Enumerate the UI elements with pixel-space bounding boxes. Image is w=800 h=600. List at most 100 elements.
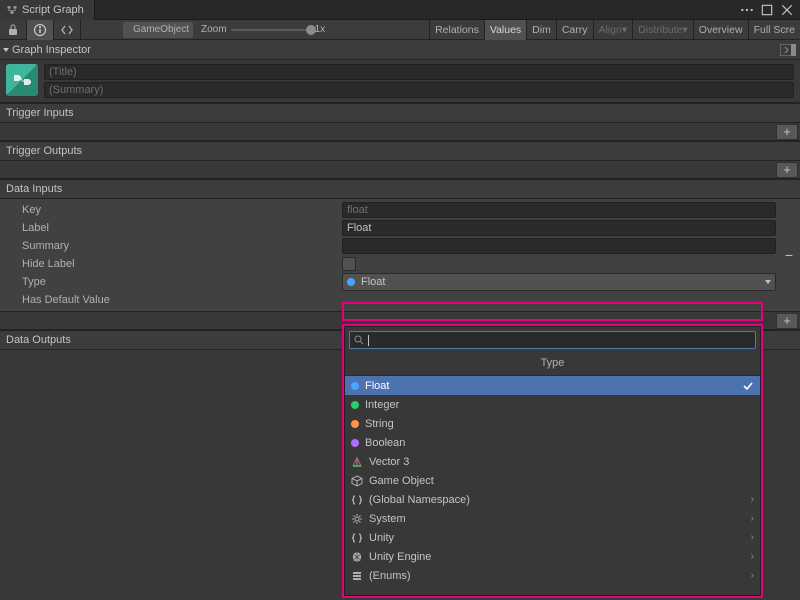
- type-option[interactable]: (Enums) ›: [345, 566, 760, 585]
- window-tab[interactable]: Script Graph: [0, 0, 95, 20]
- section-trigger-outputs[interactable]: Trigger Outputs: [0, 141, 800, 161]
- zoom-control: Zoom 1x: [195, 24, 331, 35]
- type-ns-icon: [351, 532, 363, 544]
- game-object-label: GameObject: [133, 24, 189, 35]
- type-option[interactable]: Boolean: [345, 433, 760, 452]
- type-option[interactable]: Float: [345, 376, 760, 395]
- graph-node-icon: [6, 64, 38, 96]
- graph-title-input[interactable]: (Title): [44, 64, 794, 80]
- info-icon: [33, 23, 47, 37]
- type-option-label: Unity Engine: [369, 551, 431, 563]
- type-picker-popup: Type Float Integer String Boolean Vector 3 Ga…: [344, 326, 761, 596]
- script-graph-icon: [6, 4, 18, 16]
- graph-summary: (Title) (Summary): [0, 60, 800, 103]
- type-option[interactable]: String: [345, 414, 760, 433]
- type-ns-icon: [351, 494, 363, 506]
- tab-relations[interactable]: Relations: [429, 20, 484, 40]
- zoom-label: Zoom: [201, 24, 227, 35]
- chevron-right-icon: ›: [751, 494, 754, 505]
- type-vec-icon: [351, 456, 363, 468]
- type-enum-icon: [351, 570, 363, 582]
- label-input[interactable]: Float: [342, 220, 776, 236]
- zoom-slider[interactable]: [231, 29, 311, 31]
- chevron-down-icon: [765, 280, 771, 284]
- type-option[interactable]: (Global Namespace) ›: [345, 490, 760, 509]
- section-data-inputs[interactable]: Data Inputs: [0, 179, 800, 199]
- text-cursor: [368, 335, 369, 346]
- foldout-icon: [3, 48, 9, 52]
- game-object-field[interactable]: GameObject: [123, 22, 193, 38]
- type-color-dot: [347, 278, 355, 286]
- tab-carry[interactable]: Carry: [556, 20, 593, 40]
- has-default-label: Has Default Value: [22, 294, 342, 306]
- tab-align[interactable]: Align ▾: [593, 20, 633, 40]
- tab-values[interactable]: Values: [484, 20, 526, 40]
- type-popup-header: Type: [345, 353, 760, 376]
- type-option-label: String: [365, 418, 394, 430]
- type-unity-icon: [351, 551, 363, 563]
- window-title: Script Graph: [22, 4, 84, 16]
- type-option-label: Vector 3: [369, 456, 409, 468]
- window-titlebar: Script Graph: [0, 0, 800, 20]
- hide-label-checkbox[interactable]: [342, 257, 356, 271]
- type-option[interactable]: Unity ›: [345, 528, 760, 547]
- chevron-right-icon: ›: [751, 513, 754, 524]
- type-option-label: Unity: [369, 532, 394, 544]
- search-icon: [354, 335, 364, 345]
- code-icon: [60, 23, 74, 37]
- type-value: Float: [361, 276, 385, 288]
- label-label: Label: [22, 222, 342, 234]
- type-search-input[interactable]: [349, 331, 756, 349]
- type-label: Type: [22, 276, 342, 288]
- type-option-label: Boolean: [365, 437, 405, 449]
- chevron-right-icon: ›: [751, 551, 754, 562]
- tab-fullscreen[interactable]: Full Scre: [748, 20, 800, 40]
- type-option-label: (Enums): [369, 570, 411, 582]
- type-dot-icon: [351, 420, 359, 428]
- graph-summary-input[interactable]: (Summary): [44, 82, 794, 98]
- key-input[interactable]: float: [342, 202, 776, 218]
- add-trigger-output-button[interactable]: +: [776, 162, 798, 178]
- type-dot-icon: [351, 382, 359, 390]
- code-button[interactable]: [54, 20, 81, 40]
- tab-distribute[interactable]: Distribute ▾: [632, 20, 693, 40]
- section-trigger-inputs[interactable]: Trigger Inputs: [0, 103, 800, 123]
- type-option[interactable]: System ›: [345, 509, 760, 528]
- type-dot-icon: [351, 439, 359, 447]
- chevron-right-icon: ›: [751, 532, 754, 543]
- summary-label: Summary: [22, 240, 342, 252]
- add-data-input-button[interactable]: +: [776, 313, 798, 329]
- type-option-label: System: [369, 513, 406, 525]
- type-gear-icon: [351, 513, 363, 525]
- tab-dim[interactable]: Dim: [526, 20, 556, 40]
- type-option[interactable]: Integer: [345, 395, 760, 414]
- check-icon: [742, 380, 754, 392]
- type-option[interactable]: Game Object: [345, 471, 760, 490]
- type-option-label: Game Object: [369, 475, 434, 487]
- add-trigger-input-button[interactable]: +: [776, 124, 798, 140]
- window-maximize-icon[interactable]: [760, 3, 774, 17]
- summary-input[interactable]: [342, 238, 776, 254]
- type-list: Float Integer String Boolean Vector 3 Game Ob…: [345, 376, 760, 585]
- inspector-header[interactable]: Graph Inspector: [0, 40, 800, 60]
- window-close-icon[interactable]: [780, 3, 794, 17]
- type-option[interactable]: Unity Engine ›: [345, 547, 760, 566]
- chevron-right-icon: ›: [751, 570, 754, 581]
- data-input-entry: Keyfloat LabelFloat Summary Hide Label T…: [0, 199, 800, 312]
- lock-button[interactable]: [0, 20, 27, 40]
- zoom-value: 1x: [315, 24, 326, 35]
- tab-overview[interactable]: Overview: [693, 20, 748, 40]
- type-option-label: Float: [365, 380, 389, 392]
- type-option[interactable]: Vector 3: [345, 452, 760, 471]
- lock-icon: [6, 23, 20, 37]
- window-menu-icon[interactable]: [740, 3, 754, 17]
- inspector-header-label: Graph Inspector: [12, 44, 91, 56]
- remove-data-input-button[interactable]: −: [778, 201, 800, 309]
- key-label: Key: [22, 204, 342, 216]
- type-dropdown[interactable]: Float: [342, 273, 776, 291]
- type-cube-icon: [351, 475, 363, 487]
- hide-label-label: Hide Label: [22, 258, 342, 270]
- panel-toggle-icon[interactable]: [780, 44, 796, 56]
- info-button[interactable]: [27, 20, 54, 40]
- type-option-label: (Global Namespace): [369, 494, 470, 506]
